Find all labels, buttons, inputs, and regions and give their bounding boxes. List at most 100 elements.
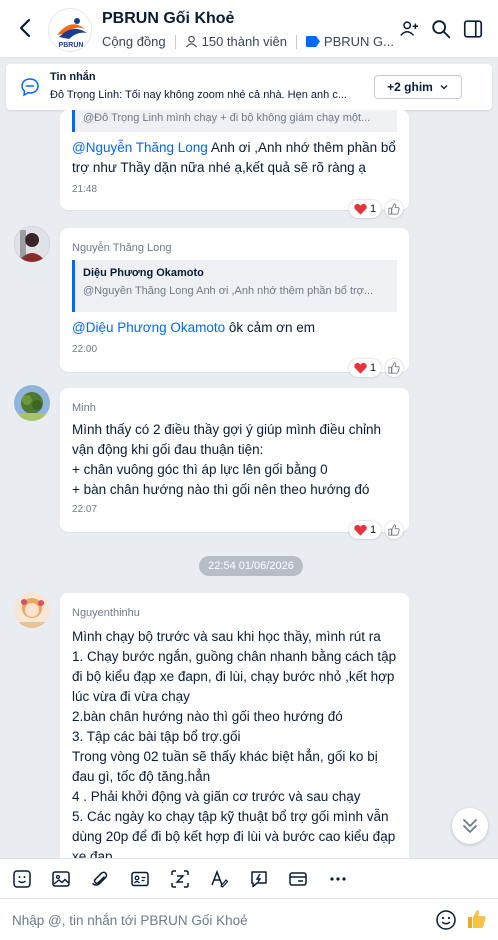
reaction-area: 1 [349, 521, 490, 539]
chat-bubble-icon [21, 78, 39, 97]
message-line: Mình chạy bộ trước và sau khi học thầy, … [72, 629, 381, 644]
date-separator: 22:54 01/06/2026 [199, 556, 303, 576]
reaction-count: 1 [370, 203, 377, 215]
quick-message-icon[interactable] [249, 869, 269, 889]
mention[interactable]: @Nguyễn Thăng Long [72, 140, 208, 155]
composer-toolbar [0, 858, 498, 898]
user-avatar[interactable] [14, 592, 50, 628]
message-line: Mình thấy có 2 điều thầy gợi ý giúp mình… [72, 422, 382, 437]
reaction-area: 1 [349, 359, 490, 377]
like-icon[interactable] [466, 908, 488, 930]
message-line: 2.bàn chân hướng nào thì gối theo hướng … [72, 709, 343, 724]
reaction-count: 1 [370, 362, 377, 374]
scroll-down-icon [463, 819, 477, 833]
like-button[interactable] [385, 200, 404, 218]
reaction-pill[interactable]: 1 [349, 359, 382, 377]
image-icon[interactable] [51, 869, 71, 889]
quote-text: @Nguyễn Thăng Long Anh ơi ,Anh nhớ thêm … [83, 285, 374, 297]
member-icon [185, 35, 197, 48]
sender-name[interactable]: Minh [72, 402, 96, 414]
message-line: đau gì, tốc độ tăng.hẳn [72, 769, 211, 784]
message-text-part: trợ như Thầy dặn nữa nhé ạ,kết quả sẽ rõ… [72, 160, 366, 175]
tag-icon [305, 36, 320, 47]
mention[interactable]: @Diệu Phương Okamoto [72, 320, 225, 335]
message-line: 1. Chạy bước ngắn, guồng chân nhanh bằng… [72, 649, 397, 664]
sender-name[interactable]: Nguyễn Thăng Long [72, 242, 172, 254]
attach-icon[interactable] [90, 869, 110, 889]
sticker-icon[interactable] [12, 869, 32, 889]
reaction-pill[interactable]: 1 [349, 200, 382, 218]
group-type: Cộng đồng [102, 34, 166, 49]
message-text: @Diệu Phương Okamoto ôk cảm ơn em [72, 318, 402, 338]
message-line: 3. Tập các bài tập bổ trợ.gối [72, 729, 241, 744]
heart-icon [354, 203, 367, 215]
message-bubble[interactable]: Nguyenthinhu Mình chạy bộ trước và sau k… [60, 593, 409, 864]
poll-card-icon[interactable] [288, 869, 308, 889]
message-bubble[interactable]: Minh Mình thấy có 2 điều thầy gợi ý giúp… [60, 388, 409, 532]
group-tag[interactable]: PBRUN G... [324, 34, 394, 49]
message-text-part: ôk cảm ơn em [225, 320, 316, 335]
message-time: 22:00 [72, 344, 98, 355]
message-line: dùng 20p để đi bộ kết hợp đi lùi và bước… [72, 829, 396, 844]
heart-icon [354, 524, 367, 536]
group-logo-icon: PBRUN [49, 9, 91, 51]
quote-text: @Đỗ Trọng Linh mình chạy + đi bộ không g… [83, 112, 371, 124]
message-line: lúc vừa đi vừa chạy [72, 689, 190, 704]
message-line: vận động khi gối đau thuận tiện: [72, 442, 264, 457]
message-line: 5. Các ngày ko chạy tập kỹ thuật bổ trợ … [72, 809, 389, 824]
message-line: + chân vuông góc thì áp lực lên gối bằng… [72, 462, 328, 477]
message-input[interactable]: Nhập @, tin nhắn tới PBRUN Gối Khoẻ [12, 913, 248, 928]
message-line: + bàn chân hướng nào thì gối nên theo hư… [72, 482, 370, 497]
chat-header: PBRUN PBRUN Gối Khoẻ Cộng đồng 150 thành… [0, 0, 498, 58]
message-bubble[interactable]: @Đỗ Trọng Linh mình chạy + đi bộ không g… [60, 110, 409, 210]
quoted-message[interactable]: Diệu Phương Okamoto @Nguyễn Thăng Long A… [72, 260, 397, 312]
sender-name[interactable]: Nguyenthinhu [72, 607, 140, 619]
scroll-down-button[interactable] [452, 808, 488, 844]
message-line: Trong vòng 02 tuần sẽ thấy khác biệt hẳn… [72, 749, 378, 764]
format-text-icon[interactable] [209, 869, 229, 889]
message-bubble[interactable]: Nguyễn Thăng Long Diệu Phương Okamoto @N… [60, 228, 409, 372]
more-icon[interactable] [328, 869, 348, 889]
group-avatar[interactable]: PBRUN [48, 8, 92, 52]
user-avatar[interactable] [14, 385, 50, 421]
search-icon[interactable] [430, 18, 452, 40]
reaction-area: 1 [349, 200, 490, 218]
message-text: @Nguyễn Thăng Long Anh ơi ,Anh nhớ thêm … [72, 138, 402, 178]
pinned-title: Tin nhắn [50, 71, 96, 83]
back-icon[interactable] [14, 16, 38, 40]
quoted-message[interactable]: @Đỗ Trọng Linh mình chạy + đi bộ không g… [72, 110, 397, 132]
add-member-icon[interactable] [398, 18, 420, 40]
thumb-up-icon [388, 203, 400, 215]
layout-icon[interactable] [462, 18, 484, 40]
pinned-text: Đỗ Trọng Linh: Tối nay không zoom nhé cả… [50, 89, 347, 101]
message-line: đi bộ kiểu đạp xe đapn, đi lùi, chạy bướ… [72, 669, 395, 684]
user-avatar[interactable] [14, 226, 50, 262]
more-pins-button[interactable]: +2 ghim [374, 75, 462, 99]
heart-icon [354, 362, 367, 374]
more-pins-label: +2 ghim [387, 80, 433, 94]
screenshot-icon[interactable] [170, 869, 190, 889]
group-subtitle: Cộng đồng 150 thành viên PBRUN G... [102, 34, 394, 49]
like-button[interactable] [385, 521, 404, 539]
contact-card-icon[interactable] [130, 869, 150, 889]
thumb-up-icon [388, 362, 400, 374]
reaction-count: 1 [370, 524, 377, 536]
group-title[interactable]: PBRUN Gối Khoẻ [102, 10, 234, 28]
message-line: 4 . Phải khởi động và giãn cơ trước và s… [72, 789, 361, 804]
avatar-image [14, 592, 50, 628]
message-text: Mình thấy có 2 điều thầy gợi ý giúp mình… [72, 420, 402, 500]
emoji-icon[interactable] [435, 909, 457, 931]
message-text: Mình chạy bộ trước và sau khi học thầy, … [72, 627, 402, 867]
message-time: 22:07 [72, 504, 98, 515]
member-count[interactable]: 150 thành viên [202, 34, 287, 49]
pinned-message-bar[interactable]: Tin nhắn Đỗ Trọng Linh: Tối nay không zo… [6, 64, 492, 110]
avatar-image [14, 385, 50, 421]
svg-text:PBRUN: PBRUN [59, 42, 84, 49]
chevron-down-icon [440, 85, 448, 90]
quote-sender: Diệu Phương Okamoto [83, 267, 204, 279]
thumb-up-icon [388, 524, 400, 536]
avatar-image [14, 226, 50, 262]
message-composer[interactable]: Nhập @, tin nhắn tới PBRUN Gối Khoẻ [0, 898, 498, 940]
reaction-pill[interactable]: 1 [349, 521, 382, 539]
like-button[interactable] [385, 359, 404, 377]
